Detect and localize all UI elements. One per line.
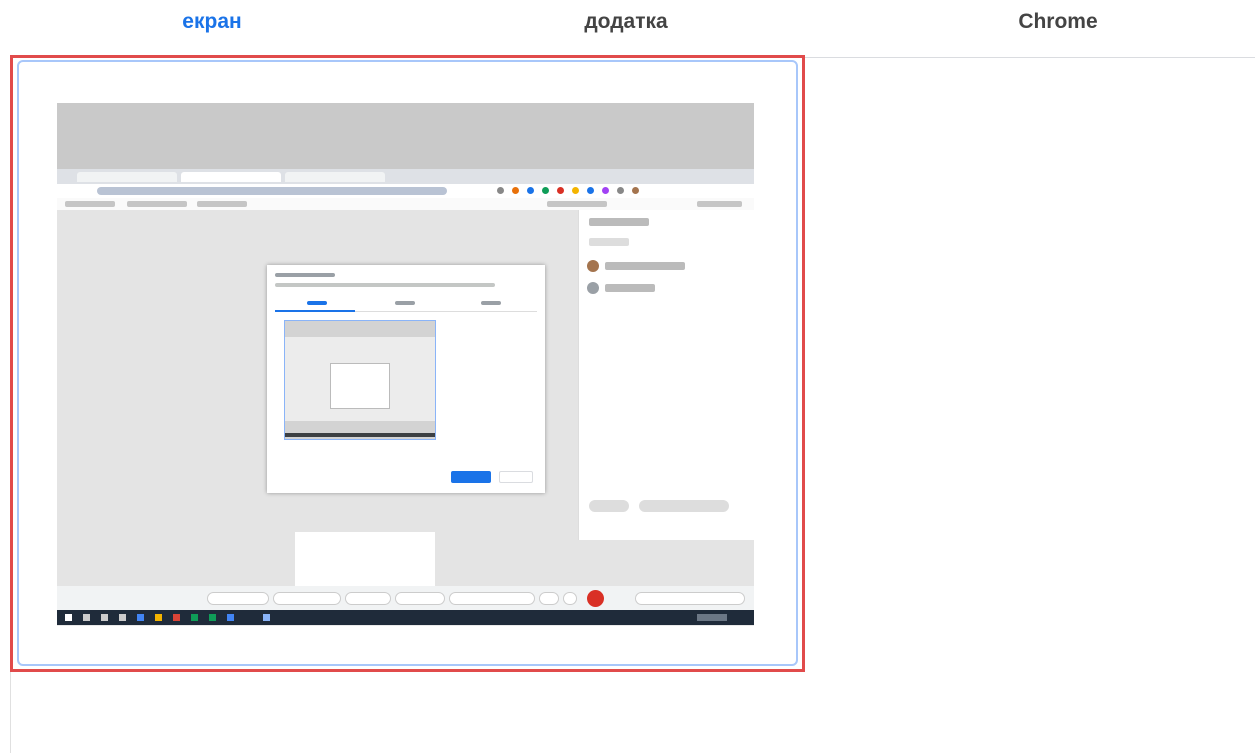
- share-source-tabs: екран додатка Chrome: [0, 0, 1255, 58]
- tab-chrome[interactable]: Chrome: [856, 0, 1255, 44]
- selection-highlight: [10, 55, 805, 672]
- tab-application[interactable]: додатка: [424, 0, 828, 44]
- tab-screen[interactable]: екран: [10, 0, 414, 44]
